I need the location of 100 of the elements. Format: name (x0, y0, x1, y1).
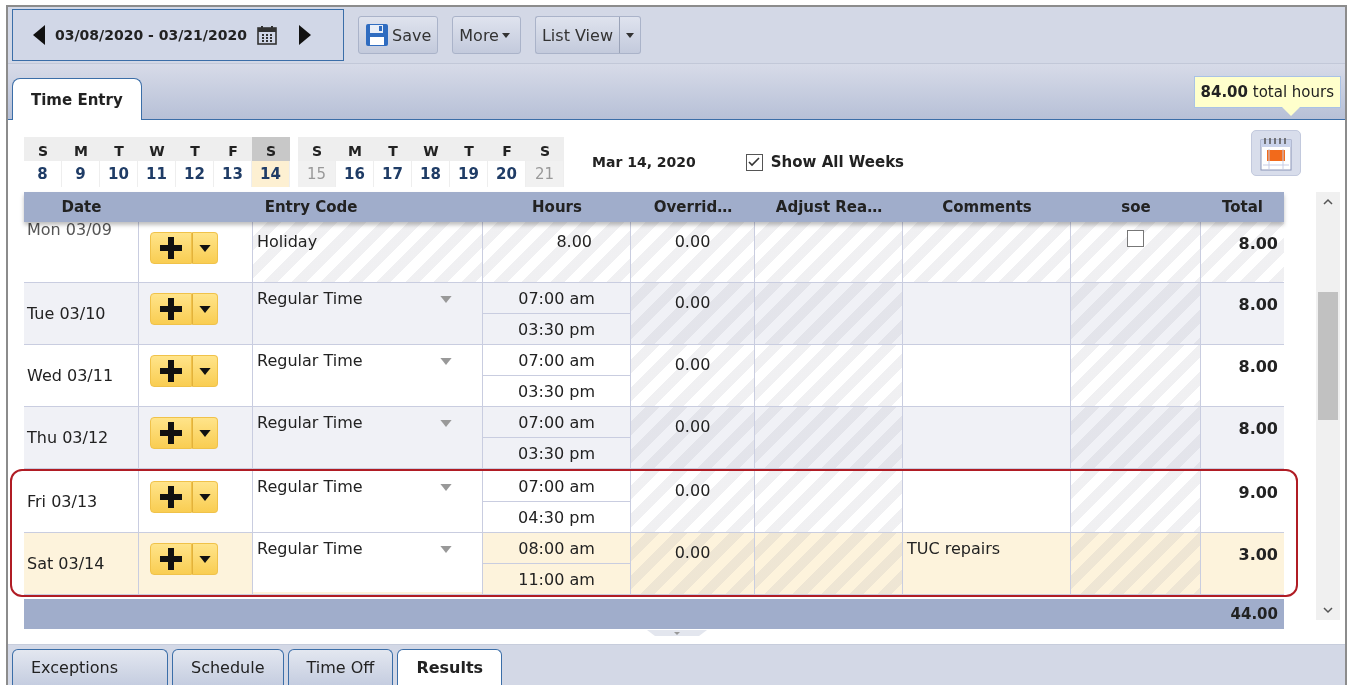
total-text: 3.00 (1238, 545, 1278, 564)
column-header[interactable]: Hours (483, 192, 631, 222)
time-field[interactable]: 03:30 pm (483, 438, 630, 468)
total-text: 8.00 (1238, 419, 1278, 438)
caret-icon (199, 493, 211, 501)
override-text: 0.00 (674, 293, 711, 312)
weekday-label: M (347, 142, 363, 161)
table-row[interactable]: Tue 03/10 Regular Time 07:00 am 03:30 pm 0.00 8.00 (24, 283, 1284, 345)
entry-code-dropdown[interactable]: Regular Time (253, 471, 482, 532)
show-all-weeks-checkbox[interactable]: Show All Weeks (745, 153, 905, 171)
dropdown-button[interactable] (192, 417, 218, 449)
weekday-label: M (73, 142, 89, 161)
entry-code-dropdown[interactable]: Regular Time (253, 345, 482, 406)
time-field[interactable]: 03:30 pm (483, 314, 630, 344)
date-text: Thu 03/12 (27, 428, 109, 447)
add-button[interactable] (150, 543, 192, 575)
dropdown-button[interactable] (192, 293, 218, 325)
date-text: Sat 03/14 (27, 554, 105, 573)
override-text: 0.00 (674, 417, 711, 436)
chevron-down-icon (1323, 607, 1333, 614)
add-button[interactable] (150, 481, 192, 513)
plus-icon (160, 237, 182, 259)
time-field[interactable]: 07:00 am (483, 283, 630, 314)
tab[interactable]: Schedule (172, 649, 284, 685)
calendar-day[interactable]: 12 (176, 161, 214, 187)
calendar-day[interactable]: 18 (412, 161, 450, 187)
weekday-label: F (227, 142, 239, 161)
date-text: Tue 03/10 (27, 304, 106, 323)
weekday-label: F (501, 142, 513, 161)
entry-code-dropdown[interactable]: Regular Time (253, 533, 482, 592)
footer-total: 44.00 (1230, 605, 1278, 623)
splitter-handle-icon[interactable] (646, 630, 707, 638)
calendar-day[interactable]: 14 (252, 161, 290, 187)
next-button[interactable] (298, 25, 311, 45)
calendar-day[interactable]: 17 (374, 161, 412, 187)
column-header[interactable]: Comments (903, 192, 1071, 222)
dropdown-button[interactable] (192, 543, 218, 575)
plus-icon (160, 298, 182, 320)
total-text: 8.00 (1238, 295, 1278, 314)
time-field[interactable]: 07:00 am (483, 471, 630, 502)
weekday-label: T (387, 142, 399, 161)
calendar-icon[interactable] (256, 25, 277, 45)
time-field[interactable]: 08:00 am (483, 533, 630, 564)
calendar-day[interactable]: 11 (138, 161, 176, 187)
calendar-day[interactable]: 19 (450, 161, 488, 187)
time-field[interactable]: 03:30 pm (483, 376, 630, 406)
view-dropdown-button[interactable] (620, 16, 641, 54)
calendar-day[interactable]: 9 (62, 161, 100, 187)
column-header[interactable]: Date (24, 192, 139, 222)
date-range-text: 03/08/2020 - 03/21/2020 (55, 27, 247, 43)
add-button[interactable] (150, 355, 192, 387)
calendar-day[interactable]: 20 (488, 161, 526, 187)
more-menu-button[interactable]: More (452, 16, 521, 54)
time-field[interactable]: 07:00 am (483, 407, 630, 438)
time-field[interactable]: 07:00 am (483, 345, 630, 376)
column-header[interactable]: soe (1071, 192, 1201, 222)
calendar-day[interactable]: 8 (24, 161, 62, 187)
time-field[interactable]: 11:00 am (483, 564, 630, 594)
table-row[interactable]: Thu 03/12 Regular Time 07:00 am 03:30 pm 0.00 8.00 (24, 407, 1284, 469)
checkmark-icon (748, 157, 761, 167)
caret-icon (626, 32, 634, 38)
calendar-day[interactable]: 13 (214, 161, 252, 187)
time-field[interactable]: 04:30 pm (483, 502, 630, 532)
entry-code-dropdown[interactable]: Regular Time (253, 283, 482, 344)
column-header[interactable]: Adjust Rea… (755, 192, 903, 222)
weekday-label: W (148, 142, 166, 161)
column-header[interactable]: Entry Code (139, 192, 483, 222)
entry-code-text: Holiday (257, 232, 318, 251)
add-button[interactable] (150, 232, 192, 264)
right-arrow-icon (298, 25, 311, 45)
table-row[interactable]: Mon 03/09 Holiday 8.00 0.00 8.00 (24, 222, 1284, 283)
column-header[interactable]: Total (1201, 192, 1284, 222)
override-text: 0.00 (674, 355, 711, 374)
add-button[interactable] (150, 417, 192, 449)
scrollbar[interactable] (1316, 192, 1340, 620)
table-row[interactable]: Fri 03/13 Regular Time 07:00 am 04:30 pm 0.00 9.00 (24, 471, 1284, 533)
left-arrow-icon (33, 25, 45, 45)
tab[interactable]: Results (397, 649, 503, 685)
table-row[interactable]: Sat 03/14 Regular Time 08:00 am 11:00 am 0.00 TUC repairs 3.00 (24, 533, 1284, 595)
comment-text: TUC repairs (907, 539, 1001, 558)
view-button[interactable]: List View (534, 16, 620, 54)
dropdown-button[interactable] (192, 232, 218, 264)
add-button[interactable] (150, 293, 192, 325)
dropdown-button[interactable] (192, 481, 218, 513)
tab[interactable]: Time Entry (12, 78, 142, 120)
caret-icon (440, 420, 452, 427)
calendar-button[interactable] (1251, 130, 1301, 176)
caret-icon (199, 429, 211, 437)
save-button[interactable]: Save (358, 16, 439, 54)
column-header[interactable]: Overrid… (631, 192, 755, 222)
previous-button[interactable] (33, 25, 45, 45)
tab[interactable]: Time Off (287, 649, 394, 685)
entry-code-dropdown[interactable]: Regular Time (253, 407, 482, 468)
current-date: Mar 14, 2020 (592, 154, 696, 170)
calendar-day[interactable]: 10 (100, 161, 138, 187)
checkbox[interactable] (1127, 230, 1144, 247)
table-row[interactable]: Wed 03/11 Regular Time 07:00 am 03:30 pm 0.00 8.00 (24, 345, 1284, 407)
tab[interactable]: Exceptions (12, 649, 168, 685)
calendar-day[interactable]: 16 (336, 161, 374, 187)
dropdown-button[interactable] (192, 355, 218, 387)
